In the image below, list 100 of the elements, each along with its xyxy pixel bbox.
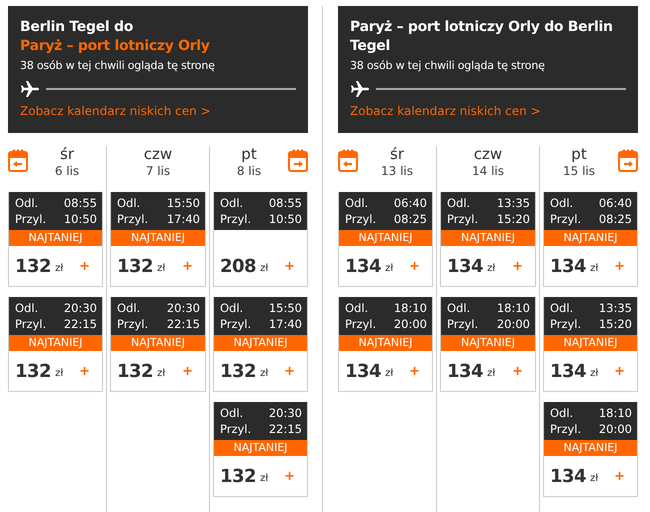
weekday: pt: [241, 146, 257, 163]
weekday: śr: [60, 146, 74, 163]
currency: zł: [590, 368, 598, 378]
flight-card[interactable]: Odl. 08:55 Przyl. 10:50 NAJTANIEJ 132 zł +: [8, 192, 103, 287]
cheapest-badge: NAJTANIEJ: [9, 335, 102, 351]
flight-card[interactable]: Odl. 20:30 Przyl. 22:15 NAJTANIEJ 132 zł +: [110, 297, 206, 392]
cheapest-badge: NAJTANIEJ: [441, 335, 535, 351]
add-button[interactable]: +: [510, 364, 525, 378]
departure-time: 08:55: [64, 195, 97, 211]
arrival-label: Przyl.: [447, 211, 480, 227]
add-button[interactable]: +: [282, 468, 297, 484]
arrival-label: Przyl.: [220, 421, 252, 437]
flight-card[interactable]: Odl. 13:35 Przyl. 15:20 NAJTANIEJ 134 zł +: [543, 297, 638, 392]
departure-time: 13:35: [496, 195, 530, 211]
calendar-link[interactable]: Zobacz kalendarz niskich cen >: [350, 104, 626, 118]
price: 132: [117, 360, 154, 382]
flight-card[interactable]: Odl. 18:10 Przyl. 20:00 NAJTANIEJ 134 zł +: [440, 297, 536, 392]
currency: zł: [385, 368, 394, 378]
cheapest-badge: NAJTANIEJ: [441, 230, 535, 246]
departure-time: 15:50: [268, 300, 302, 316]
add-button[interactable]: +: [407, 364, 422, 378]
flight-card[interactable]: Odl. 15:50 Przyl. 17:40 NAJTANIEJ 132 zł +: [213, 297, 308, 392]
arrival-label: Przyl.: [447, 316, 480, 332]
date: 6 lis: [54, 163, 80, 180]
add-button[interactable]: +: [510, 258, 525, 274]
arrival-label: Przyl.: [15, 316, 48, 332]
departure-time: 08:55: [268, 195, 302, 211]
add-button[interactable]: +: [180, 364, 195, 378]
add-button[interactable]: +: [407, 258, 422, 274]
add-button[interactable]: +: [180, 258, 195, 274]
departure-label: Odl.: [345, 300, 370, 316]
currency: zł: [157, 368, 166, 378]
arrival-label: Przyl.: [550, 211, 582, 227]
departure-time: 18:10: [496, 300, 530, 316]
cheapest-badge: NAJTANIEJ: [214, 440, 307, 456]
arrival-time: 15:20: [598, 316, 632, 332]
departure-label: Odl.: [117, 300, 142, 316]
departure-time: 20:30: [64, 300, 97, 316]
departure-label: Odl.: [117, 195, 142, 211]
weekday: śr: [390, 146, 404, 163]
calendar-link[interactable]: Zobacz kalendarz niskich cen >: [20, 104, 296, 118]
currency: zł: [260, 472, 268, 484]
departure-label: Odl.: [15, 300, 40, 316]
price: 132: [15, 360, 52, 382]
price: 134: [345, 256, 382, 276]
arrival-time: 22:15: [64, 316, 97, 332]
flight-card[interactable]: Odl. 08:55 Przyl. 10:50 208 zł +: [213, 192, 308, 287]
date: 15 lis: [562, 163, 595, 180]
flight-card[interactable]: Odl. 15:50 Przyl. 17:40 NAJTANIEJ 132 zł +: [110, 192, 206, 287]
currency: zł: [260, 262, 268, 274]
calendar-icon[interactable]: [8, 148, 28, 172]
add-button[interactable]: +: [77, 258, 92, 274]
departure-label: Odl.: [345, 195, 370, 211]
price: 132: [117, 256, 154, 276]
departure-label: Odl.: [15, 195, 40, 211]
currency: zł: [487, 368, 496, 378]
cheapest-badge: NAJTANIEJ: [9, 230, 102, 246]
add-button[interactable]: +: [612, 364, 627, 378]
departure-label: Odl.: [220, 405, 244, 421]
departure-time: 20:30: [268, 405, 302, 421]
add-button[interactable]: +: [612, 258, 627, 274]
arrival-label: Przyl.: [117, 316, 150, 332]
flight-card[interactable]: Odl. 20:30 Przyl. 22:15 NAJTANIEJ 132 zł +: [8, 297, 103, 392]
currency: zł: [385, 262, 394, 274]
departure-label: Odl.: [447, 300, 472, 316]
departure-time: 18:10: [598, 405, 632, 421]
arrival-time: 20:00: [394, 316, 427, 332]
calendar-icon[interactable]: [618, 148, 638, 172]
departure-time: 06:40: [394, 195, 427, 211]
departure-time: 18:10: [394, 300, 427, 316]
calendar-icon[interactable]: [288, 148, 308, 172]
add-button[interactable]: +: [612, 468, 627, 484]
currency: zł: [260, 368, 268, 378]
flight-card[interactable]: Odl. 06:40 Przyl. 08:25 NAJTANIEJ 134 zł +: [338, 192, 433, 287]
add-button[interactable]: +: [282, 364, 297, 378]
price: 134: [447, 360, 484, 382]
calendar-icon[interactable]: [338, 148, 358, 172]
arrival-label: Przyl.: [345, 316, 378, 332]
add-button[interactable]: +: [282, 258, 297, 274]
flight-card[interactable]: Odl. 18:10 Przyl. 20:00 NAJTANIEJ 134 zł +: [543, 402, 638, 497]
departure-time: 06:40: [598, 195, 632, 211]
departure-label: Odl.: [220, 300, 244, 316]
arrival-time: 17:40: [166, 211, 200, 227]
flight-card[interactable]: Odl. 13:35 Przyl. 15:20 NAJTANIEJ 134 zł +: [440, 192, 536, 287]
weekday: czw: [474, 146, 502, 163]
date: 8 lis: [236, 163, 262, 180]
departure-time: 13:35: [598, 300, 632, 316]
arrival-label: Przyl.: [117, 211, 150, 227]
arrival-time: 22:15: [268, 421, 302, 437]
flight-card[interactable]: Odl. 06:40 Przyl. 08:25 NAJTANIEJ 134 zł +: [543, 192, 638, 287]
route-title: Berlin Tegel do: [20, 18, 134, 37]
departure-label: Odl.: [550, 195, 574, 211]
viewers-count: 38 osób w tej chwili ogląda tę stronę: [350, 59, 546, 72]
price: 134: [345, 360, 382, 382]
add-button[interactable]: +: [77, 364, 92, 378]
flight-card[interactable]: Odl. 20:30 Przyl. 22:15 NAJTANIEJ 132 zł +: [213, 402, 308, 497]
weekday: czw: [144, 146, 172, 163]
flight-card[interactable]: Odl. 18:10 Przyl. 20:00 NAJTANIEJ 134 zł +: [338, 297, 433, 392]
cheapest-badge: NAJTANIEJ: [111, 230, 205, 246]
price: 208: [220, 256, 256, 276]
